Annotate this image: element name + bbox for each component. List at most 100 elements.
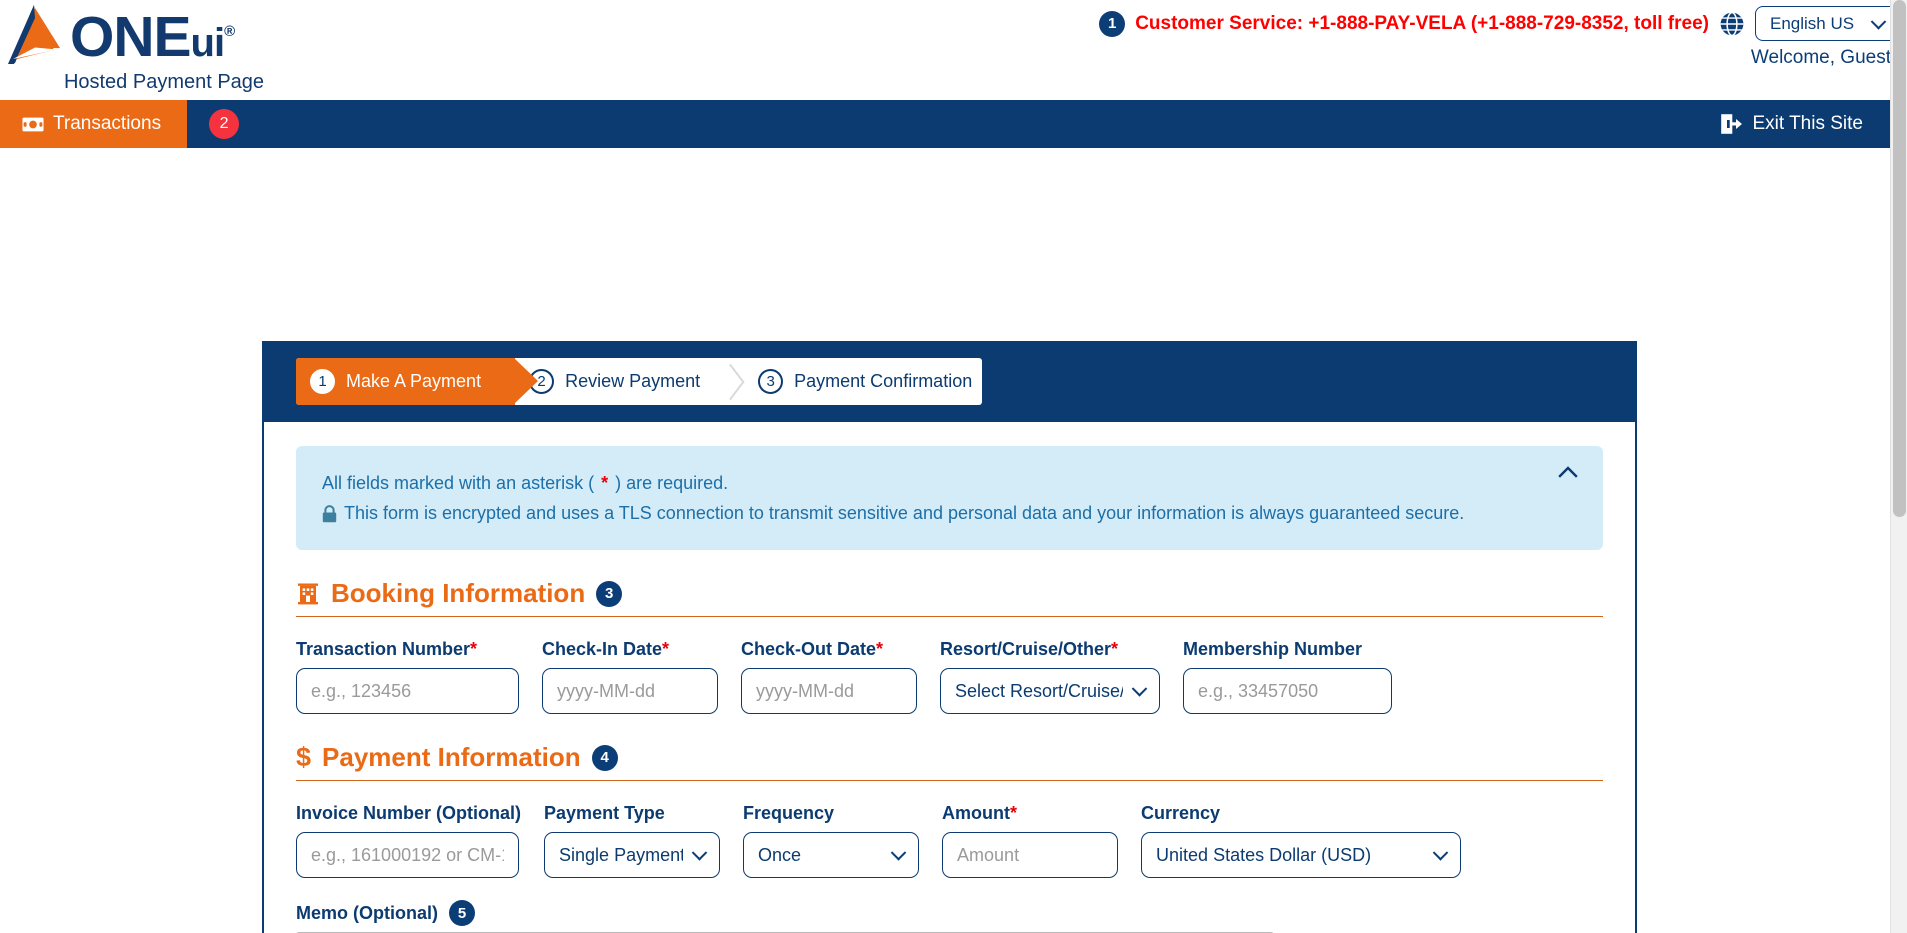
wizard-step-3-number: 3 <box>758 369 784 394</box>
field-check-in-date: Check-In Date* <box>542 639 718 714</box>
language-select-wrapper: English US <box>1755 6 1899 41</box>
brand-name-main: ONE <box>70 5 192 69</box>
top-header: ONEui® Hosted Payment Page 1 Customer Se… <box>0 0 1907 100</box>
required-asterisk: * <box>876 639 884 659</box>
required-asterisk: * <box>1010 803 1018 823</box>
sign-out-icon <box>1721 114 1743 134</box>
wizard-step-make-a-payment[interactable]: 1 Make A Payment <box>296 358 539 405</box>
select-currency[interactable]: United States Dollar (USD) <box>1141 832 1462 878</box>
wizard-header: 1 Make A Payment 2 Review Payment 3 Paym… <box>262 341 1637 422</box>
annotation-badge-2: 2 <box>209 109 240 139</box>
input-invoice-number[interactable] <box>296 832 519 878</box>
brand-logo[interactable]: ONEui® Hosted Payment Page <box>0 0 330 94</box>
chevron-up-icon[interactable] <box>1555 462 1581 482</box>
wizard-step-2-label: Review Payment <box>565 371 701 391</box>
memo-block: Memo (Optional) 5 For your security, do … <box>296 900 1603 933</box>
booking-information-header: Booking Information 3 <box>296 578 1603 617</box>
input-membership-number[interactable] <box>1183 668 1392 714</box>
label-amount: Amount* <box>942 803 1018 823</box>
input-amount[interactable] <box>942 832 1119 878</box>
label-payment-type: Payment Type <box>544 803 665 823</box>
globe-icon[interactable] <box>1719 11 1745 37</box>
field-currency: Currency United States Dollar (USD) <box>1141 803 1462 878</box>
dollar-icon: $ <box>296 742 312 772</box>
field-frequency: Frequency Once <box>743 803 920 878</box>
field-resort-cruise-other: Resort/Cruise/Other* Select Resort/Cruis… <box>940 639 1160 714</box>
oneui-logo-icon <box>8 5 60 64</box>
select-resort-cruise-other[interactable]: Select Resort/Cruise/Other <box>940 668 1160 714</box>
wizard-step-payment-confirmation[interactable]: 3 Payment Confirmation <box>744 358 982 405</box>
input-transaction-number[interactable] <box>296 668 519 714</box>
brand-registered-mark: ® <box>224 23 235 40</box>
required-asterisk: * <box>662 639 670 659</box>
lock-icon <box>322 505 337 523</box>
customer-service-text: Customer Service: +1-888-PAY-VELA (+1-88… <box>1135 12 1709 34</box>
exit-this-site-label: Exit This Site <box>1752 113 1863 134</box>
money-bill-icon <box>22 117 44 131</box>
main-navbar: Transactions 2 Exit This Site <box>0 100 1907 148</box>
page-body: 1 Make A Payment 2 Review Payment 3 Paym… <box>0 148 1907 933</box>
wizard-step-review-payment[interactable]: 2 Review Payment <box>515 358 744 405</box>
select-frequency[interactable]: Once <box>743 832 920 878</box>
step-wizard: 1 Make A Payment 2 Review Payment 3 Paym… <box>296 358 982 405</box>
label-check-out-date: Check-Out Date* <box>741 639 884 659</box>
hotel-icon <box>298 583 318 604</box>
brand-wordmark: ONEui® <box>70 2 235 73</box>
annotation-badge-2-wrapper: 2 <box>187 100 240 148</box>
tls-security-text: This form is encrypted and uses a TLS co… <box>344 503 1465 523</box>
memo-label-row: Memo (Optional) 5 <box>296 900 1603 932</box>
input-check-out-date[interactable] <box>741 668 917 714</box>
wizard-step-3-label: Payment Confirmation <box>794 371 973 391</box>
wizard-step-1-label: Make A Payment <box>346 371 482 391</box>
label-currency: Currency <box>1141 803 1221 823</box>
required-asterisk: * <box>470 639 478 659</box>
exit-this-site-button[interactable]: Exit This Site <box>1721 100 1907 148</box>
required-notice-post: ) are required. <box>615 473 729 493</box>
tls-security-notice: This form is encrypted and uses a TLS co… <box>322 498 1577 528</box>
payment-information-title: Payment Information <box>322 742 581 772</box>
required-notice-pre: All fields marked with an asterisk ( <box>322 473 595 493</box>
annotation-badge-3: 3 <box>596 580 623 607</box>
wizard-step-1-number: 1 <box>310 369 335 394</box>
input-check-in-date[interactable] <box>542 668 718 714</box>
required-notice-asterisk: * <box>601 473 609 493</box>
field-transaction-number: Transaction Number* <box>296 639 519 714</box>
payment-form-card: 1 Make A Payment 2 Review Payment 3 Paym… <box>262 341 1637 933</box>
label-membership-number: Membership Number <box>1183 639 1363 659</box>
select-payment-type[interactable]: Single Payment <box>544 832 721 878</box>
required-asterisk: * <box>1111 639 1119 659</box>
welcome-text: Welcome, Guest <box>1750 47 1891 68</box>
booking-fields-row: Transaction Number* Check-In Date* Check… <box>296 639 1603 714</box>
nav-tab-transactions[interactable]: Transactions <box>0 100 188 148</box>
field-invoice-number: Invoice Number (Optional) <box>296 803 521 878</box>
label-check-in-date: Check-In Date* <box>542 639 670 659</box>
label-invoice-number: Invoice Number (Optional) <box>296 803 522 823</box>
required-fields-notice: All fields marked with an asterisk ( * ) a… <box>322 468 1577 498</box>
field-membership-number: Membership Number <box>1183 639 1392 714</box>
payment-fields-row: Invoice Number (Optional) Payment Type S… <box>296 803 1603 878</box>
label-memo: Memo (Optional) <box>296 902 438 923</box>
language-select[interactable]: English US <box>1755 6 1899 41</box>
page-scrollbar-thumb[interactable] <box>1893 0 1906 517</box>
form-body: All fields marked with an asterisk ( * ) a… <box>262 422 1637 933</box>
nav-tab-transactions-label: Transactions <box>53 113 162 134</box>
resort-select-wrapper: Select Resort/Cruise/Other <box>940 668 1160 714</box>
field-amount: Amount* <box>942 803 1119 878</box>
header-right-cluster: 1 Customer Service: +1-888-PAY-VELA (+1-… <box>1099 0 1907 69</box>
frequency-select-wrapper: Once <box>743 832 920 878</box>
annotation-badge-1: 1 <box>1099 10 1126 37</box>
payment-type-select-wrapper: Single Payment <box>544 832 721 878</box>
field-check-out-date: Check-Out Date* <box>741 639 917 714</box>
label-transaction-number: Transaction Number* <box>296 639 478 659</box>
field-payment-type: Payment Type Single Payment <box>544 803 721 878</box>
label-resort-cruise-other: Resort/Cruise/Other* <box>940 639 1119 659</box>
payment-information-header: $ Payment Information 4 <box>296 742 1603 781</box>
annotation-badge-5: 5 <box>449 900 475 926</box>
brand-tagline: Hosted Payment Page <box>63 71 265 93</box>
page-scrollbar[interactable] <box>1890 0 1907 933</box>
currency-select-wrapper: United States Dollar (USD) <box>1141 832 1462 878</box>
brand-name-sub: ui <box>190 21 226 65</box>
booking-information-title: Booking Information <box>331 578 586 608</box>
label-frequency: Frequency <box>743 803 835 823</box>
info-banner: All fields marked with an asterisk ( * ) a… <box>296 446 1603 550</box>
